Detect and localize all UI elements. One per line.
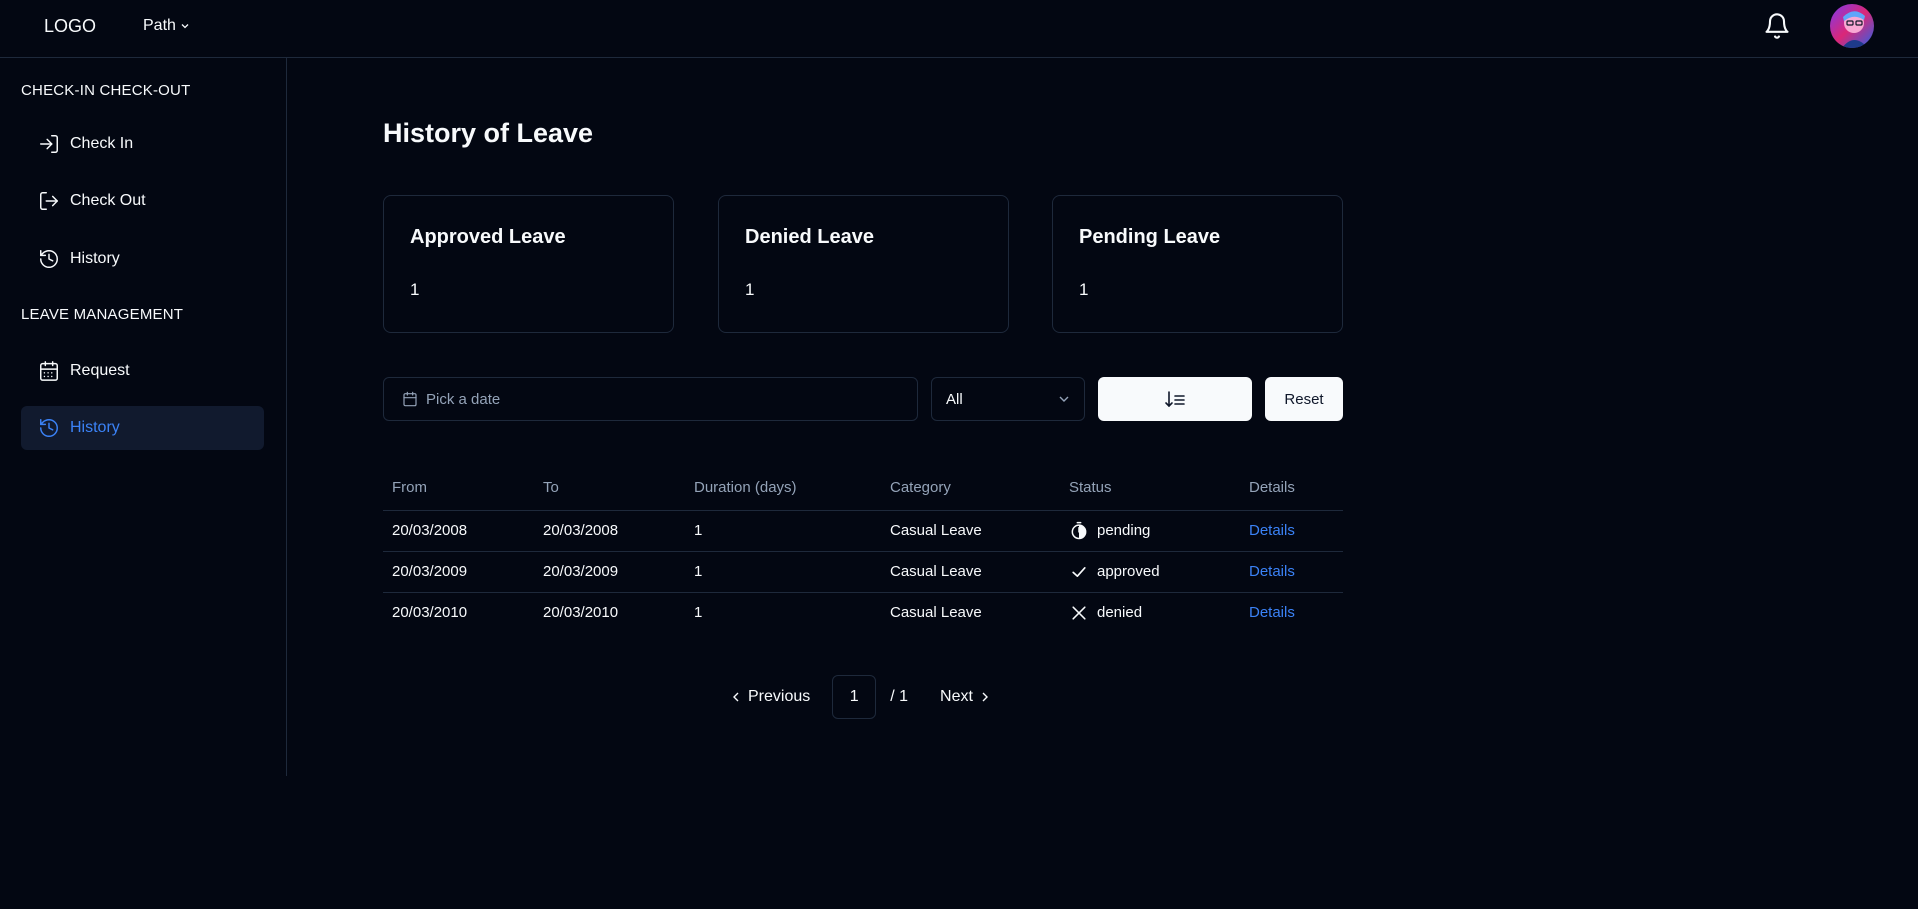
previous-page-button[interactable]: Previous [730, 688, 810, 706]
cell-duration: 1 [685, 510, 881, 552]
details-link[interactable]: Details [1249, 522, 1295, 539]
cell-category: Casual Leave [881, 510, 1060, 552]
previous-label: Previous [748, 688, 811, 705]
status-label: approved [1097, 563, 1160, 580]
sidebar-item-check-in[interactable]: Check In [21, 122, 264, 166]
chevron-down-icon [181, 24, 189, 29]
status-label: pending [1097, 522, 1151, 539]
sort-button[interactable] [1098, 377, 1252, 421]
stopwatch-icon [1071, 521, 1087, 539]
cell-status: approved [1060, 551, 1240, 593]
sidebar-item-check-out[interactable]: Check Out [21, 179, 264, 223]
card-title: Approved Leave [410, 226, 566, 248]
calendar-icon [40, 361, 58, 381]
cell-status: denied [1060, 592, 1240, 633]
cell-status: pending [1060, 510, 1240, 552]
column-header-category: Category [881, 466, 1060, 511]
sort-descending-icon [1165, 391, 1185, 408]
details-link[interactable]: Details [1249, 604, 1295, 621]
table-row: 20/03/2009 20/03/2009 1 Casual Leave app… [383, 551, 1343, 593]
card-title: Pending Leave [1079, 226, 1221, 248]
sidebar-item-history-checkin[interactable]: History [21, 237, 264, 281]
section-title-check-in-check-out: CHECK-IN CHECK-OUT [21, 82, 191, 99]
check-icon [1072, 566, 1086, 577]
date-picker-input[interactable]: Pick a date [383, 377, 918, 421]
pagination: Previous 1 / 1 Next [730, 675, 991, 719]
log-out-icon [40, 192, 58, 210]
path-label: Path [143, 17, 176, 34]
pending-leave-card: Pending Leave 1 [1052, 195, 1343, 333]
x-icon [1072, 606, 1086, 620]
sidebar-item-label: History [70, 250, 120, 267]
cell-from: 20/03/2010 [392, 604, 468, 622]
approved-leave-card: Approved Leave 1 [383, 195, 674, 333]
total-pages: / 1 [890, 688, 909, 705]
column-header-from: From [383, 466, 534, 511]
card-value: 1 [1079, 280, 1089, 299]
cell-details: Details [1240, 510, 1343, 552]
history-icon [40, 250, 58, 268]
date-placeholder: Pick a date [426, 390, 501, 408]
status-filter-value: All [946, 390, 963, 408]
sidebar-item-label: Request [70, 362, 130, 379]
cell-duration: 1 [685, 551, 881, 593]
log-in-icon [40, 135, 58, 153]
chevron-left-icon [733, 692, 739, 702]
top-header: LOGO Path [0, 0, 1918, 58]
denied-leave-card: Denied Leave 1 [718, 195, 1009, 333]
sidebar: CHECK-IN CHECK-OUT Check In Check Out Hi… [0, 58, 287, 776]
logo[interactable]: LOGO [44, 16, 96, 37]
cell-to: 20/03/2009 [534, 551, 685, 593]
sidebar-item-label: Check Out [70, 192, 146, 209]
chevron-down-icon [1059, 396, 1069, 402]
table-row: 20/03/2010 20/03/2010 1 Casual Leave den… [383, 592, 1343, 633]
sidebar-item-label: History [70, 419, 120, 436]
status-label: denied [1097, 604, 1143, 622]
path-dropdown[interactable]: Path [143, 17, 190, 35]
status-filter-select[interactable]: All [931, 377, 1085, 421]
column-header-duration: Duration (days) [685, 466, 881, 511]
calendar-icon [403, 391, 417, 407]
cell-details: Details [1240, 592, 1343, 633]
cell-from: 20/03/2008 [383, 510, 534, 552]
column-header-to: To [534, 466, 685, 511]
cell-to: 20/03/2008 [534, 510, 685, 552]
chevron-right-icon [982, 692, 988, 702]
cell-category: Casual Leave [890, 604, 982, 622]
table-row: 20/03/2008 20/03/2008 1 Casual Leave pen… [383, 510, 1343, 552]
leave-history-table: From To Duration (days) Category Status … [383, 466, 1343, 633]
section-title-leave-management: LEAVE MANAGEMENT [21, 306, 184, 323]
avatar[interactable] [1830, 4, 1874, 48]
cell-to: 20/03/2010 [543, 604, 619, 622]
details-link[interactable]: Details [1249, 563, 1295, 580]
column-header-status: Status [1060, 466, 1240, 511]
sidebar-item-label: Check In [70, 135, 134, 152]
page-title: History of Leave [383, 118, 594, 148]
reset-button[interactable]: Reset [1265, 377, 1343, 421]
card-title: Denied Leave [745, 226, 874, 248]
cell-from: 20/03/2009 [383, 551, 534, 593]
bell-icon[interactable] [1763, 12, 1791, 40]
card-value: 1 [745, 280, 755, 299]
card-value: 1 [410, 280, 420, 299]
cell-duration: 1 [694, 604, 703, 622]
history-icon [40, 419, 58, 437]
next-label: Next [940, 688, 973, 705]
cell-category: Casual Leave [881, 551, 1060, 593]
sidebar-item-request[interactable]: Request [21, 349, 264, 393]
cell-details: Details [1240, 551, 1343, 593]
next-page-button[interactable]: Next [940, 688, 991, 706]
page-number-input[interactable]: 1 [832, 675, 877, 719]
table-header-row: From To Duration (days) Category Status … [383, 466, 1343, 511]
sidebar-item-history-leave[interactable]: History [21, 406, 264, 450]
column-header-details: Details [1240, 466, 1343, 511]
